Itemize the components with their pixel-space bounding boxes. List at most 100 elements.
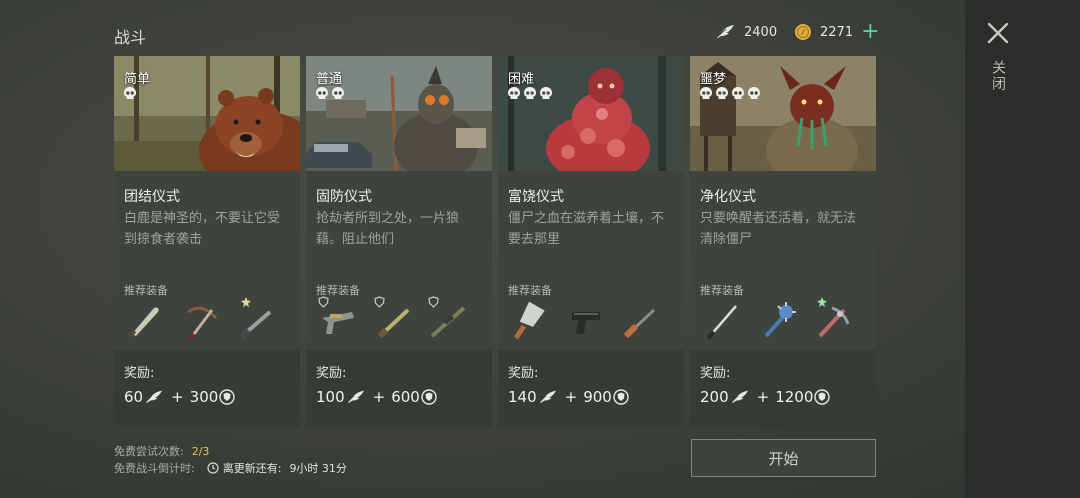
difficulty-label: 普通 [316,72,343,87]
free-attempts-row: 免费尝试次数: 2/3 [114,443,209,459]
mission-description: 抢劫者所到之处，一片狼藉。阻止他们 [316,211,460,247]
reward-feather-amount: 60 [124,388,144,406]
skull-icon [508,87,520,99]
heavy-crossbow-icon[interactable] [810,298,854,342]
reward-amounts: 200 + 1200 [700,388,831,406]
reward-points-amount: 900 [583,388,612,406]
recommended-equipment-label: 推荐装备 [124,284,168,297]
reward-label: 奖励: [508,366,539,381]
feather-icon [145,390,163,403]
recommended-equipment [124,297,294,344]
mission-description: 白鹿是神圣的，不要让它受到掠食者袭击 [124,211,281,247]
reward-points-amount: 300 [189,388,219,406]
skull-icon [332,87,344,99]
recommended-equipment [700,297,870,344]
reward-panel: 奖励: 200 + 1200 [690,350,876,428]
reward-plus: + [372,388,386,406]
mission-card-nightmare[interactable]: 噩梦 净化仪式 只要唤醒者还活着，就无法清除僵尸 推荐装备 奖励: 200 + … [690,56,876,428]
mission-card-hard[interactable]: 困难 富饶仪式 僵尸之血在滋养着土壤，不要去那里 推荐装备 奖励: 140 + … [498,56,684,428]
feather-count: 2400 [744,24,778,40]
recommended-equipment-label: 推荐装备 [508,284,552,297]
reward-label: 奖励: [700,366,731,381]
coin-currency: 2271 + [794,21,880,43]
free-attempts-value: 2/3 [191,444,210,458]
difficulty-label: 简单 [124,72,151,87]
mission-name: 固防仪式 [316,189,372,205]
recommended-equipment-label: 推荐装备 [700,284,744,297]
reward-feather-amount: 200 [700,388,729,406]
skull-icon [700,87,712,99]
skull-icon [748,87,760,99]
skull-icon [524,87,536,99]
skull-icon [716,87,728,99]
cleaver-icon[interactable] [508,298,552,342]
shield-points-icon [421,389,437,405]
shield-points-icon [814,389,831,405]
difficulty-skulls [507,86,553,100]
skull-icon [124,87,136,99]
side-panel [965,0,1080,498]
add-coins-button[interactable]: + [861,21,879,43]
mission-description: 只要唤醒者还活着，就无法清除僵尸 [700,211,857,247]
crossbow-icon[interactable] [180,298,224,342]
coin-icon [795,24,811,40]
mission-description: 僵尸之血在滋养着土壤，不要去那里 [508,211,665,247]
reward-feather-amount: 140 [508,388,537,406]
close-icon[interactable] [985,20,1011,46]
reward-amounts: 100 + 600 [316,388,438,406]
shield-points-icon [613,389,629,405]
reward-points-amount: 1200 [775,388,814,406]
reward-panel: 奖励: 140 + 900 [498,350,684,428]
machete-icon[interactable] [124,298,168,342]
pistol-icon[interactable] [564,298,608,342]
mission-card-easy[interactable]: 简单 团结仪式 白鹿是神圣的，不要让它受到掠食者袭击 推荐装备 奖励: 60 +… [114,56,300,428]
reward-panel: 奖励: 60 + 300 [114,350,300,428]
refresh-label: 离更新还有: [222,462,282,475]
reward-amounts: 60 + 300 [124,388,236,406]
mission-name: 富饶仪式 [508,189,564,205]
sniper-rifle-icon[interactable] [426,298,470,342]
feather-icon [731,390,748,403]
difficulty-skulls [699,86,761,100]
skull-icon [316,87,328,99]
shotgun-icon[interactable] [372,298,416,342]
feather-icon [715,25,734,39]
reward-plus: + [171,388,184,406]
difficulty-label: 困难 [508,72,535,87]
recommended-equipment [508,298,678,344]
close-label[interactable]: 关闭 [988,60,1008,92]
feather-icon [539,390,556,403]
skull-icon [540,87,552,99]
reward-amounts: 140 + 900 [508,388,630,406]
reward-label: 奖励: [124,366,155,381]
shield-points-icon [219,389,236,405]
mission-name: 净化仪式 [700,189,756,205]
skull-icon [732,87,744,99]
mission-card-normal[interactable]: 普通 固防仪式 抢劫者所到之处，一片狼藉。阻止他们 推荐装备 奖励: 100 +… [306,56,492,428]
mission-name: 团结仪式 [124,189,180,205]
clock-icon [207,462,219,474]
reward-points-amount: 600 [391,388,420,406]
hunting-rifle-icon[interactable] [618,298,662,342]
upgrade-badge-icon [241,297,251,307]
reward-plus: + [756,388,770,406]
reward-plus: + [564,388,578,406]
screen-title: 战斗 [114,28,147,47]
start-button[interactable]: 开始 [691,439,876,477]
reward-label: 奖励: [316,366,347,381]
difficulty-label: 噩梦 [700,72,727,87]
reward-feather-amount: 100 [316,388,345,406]
heavy-pistol-icon[interactable] [316,298,360,342]
difficulty-skulls [315,86,345,100]
coin-count: 2271 [820,24,854,40]
free-battle-countdown-row: 免费战斗倒计时: 离更新还有: 9小时 31分 [114,460,347,476]
feather-currency: 2400 [714,22,777,42]
spiked-mace-icon[interactable] [756,298,800,342]
reward-panel: 奖励: 100 + 600 [306,350,492,428]
countdown-label: 免费战斗倒计时: [114,462,195,475]
refresh-countdown: 9小时 31分 [289,462,347,475]
free-attempts-label: 免费尝试次数: [114,445,184,458]
feather-icon [347,390,364,403]
katana-icon[interactable] [700,298,744,342]
difficulty-skulls [123,86,137,100]
